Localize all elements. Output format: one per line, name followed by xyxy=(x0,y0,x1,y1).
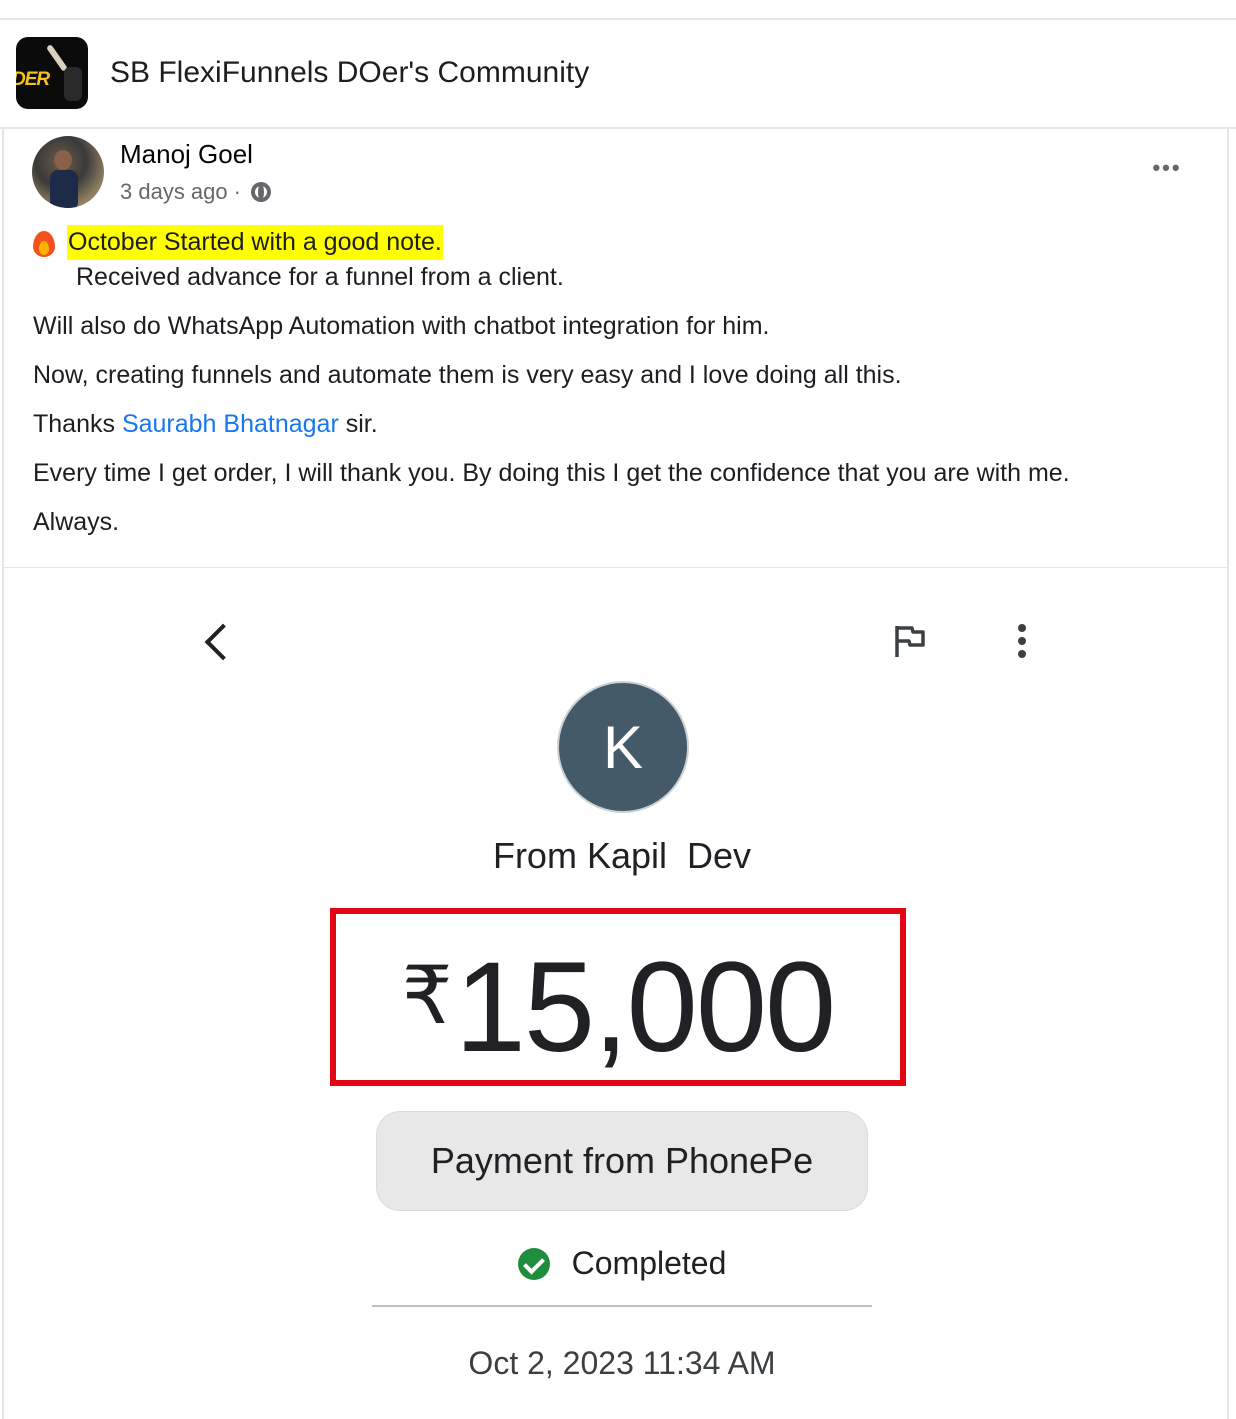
overflow-menu-icon xyxy=(1012,621,1032,661)
post-card: Manoj Goel 3 days ago · ••• October Star… xyxy=(2,129,1229,1419)
status-divider xyxy=(372,1305,872,1307)
amount-highlight-box: ₹15,000 xyxy=(330,908,906,1086)
flag-icon xyxy=(895,626,925,657)
payment-amount: ₹15,000 xyxy=(336,926,900,1078)
payer-name: From Kapil Dev xyxy=(492,835,752,876)
post-first-line: October Started with a good note. xyxy=(33,225,1213,260)
logo-figure-body xyxy=(64,67,82,101)
back-arrow-icon xyxy=(200,617,236,667)
payment-source-chip: Payment from PhonePe xyxy=(376,1111,868,1211)
payer-avatar: K xyxy=(557,681,689,813)
group-logo[interactable]: DER xyxy=(16,37,88,109)
payment-date: Oct 2, 2023 11:34 AM xyxy=(468,1345,776,1381)
thanks-prefix: Thanks xyxy=(33,410,122,438)
group-header: DER SB FlexiFunnels DOer's Community xyxy=(0,20,1236,129)
post-meta: 3 days ago · xyxy=(120,179,271,205)
thanks-suffix: sir. xyxy=(338,410,378,438)
fire-icon xyxy=(33,229,55,257)
audience-globe-icon[interactable] xyxy=(250,182,271,202)
check-circle-icon xyxy=(517,1247,550,1280)
logo-text: DER xyxy=(16,69,50,90)
avatar-head xyxy=(54,150,72,170)
payment-status: Completed xyxy=(4,1245,1236,1282)
post-paragraph: Now, creating funnels and automate them … xyxy=(33,361,902,389)
post-paragraph: Every time I get order, I will thank you… xyxy=(33,459,1070,487)
content-divider xyxy=(4,567,1227,568)
author-name[interactable]: Manoj Goel xyxy=(120,139,253,170)
rupee-symbol: ₹ xyxy=(401,951,453,1040)
post-thanks-line: Thanks Saurabh Bhatnagar sir. xyxy=(33,407,1213,442)
post-second-line: Received advance for a funnel from a cli… xyxy=(76,263,564,291)
post-body: October Started with a good note. Receiv… xyxy=(33,225,1213,540)
meta-separator: · xyxy=(233,179,241,204)
more-options-icon[interactable]: ••• xyxy=(1149,153,1185,183)
highlighted-text: October Started with a good note. xyxy=(67,225,443,260)
amount-value: 15,000 xyxy=(454,936,836,1079)
author-avatar[interactable] xyxy=(32,136,104,208)
status-label: Completed xyxy=(571,1245,727,1281)
post-paragraph: Always. xyxy=(33,508,120,536)
post-timestamp[interactable]: 3 days ago xyxy=(120,179,228,205)
group-title[interactable]: SB FlexiFunnels DOer's Community xyxy=(110,56,589,90)
avatar-body xyxy=(50,170,78,208)
post-paragraph: Will also do WhatsApp Automation with ch… xyxy=(33,312,770,340)
mention-link[interactable]: Saurabh Bhatnagar xyxy=(122,410,339,438)
